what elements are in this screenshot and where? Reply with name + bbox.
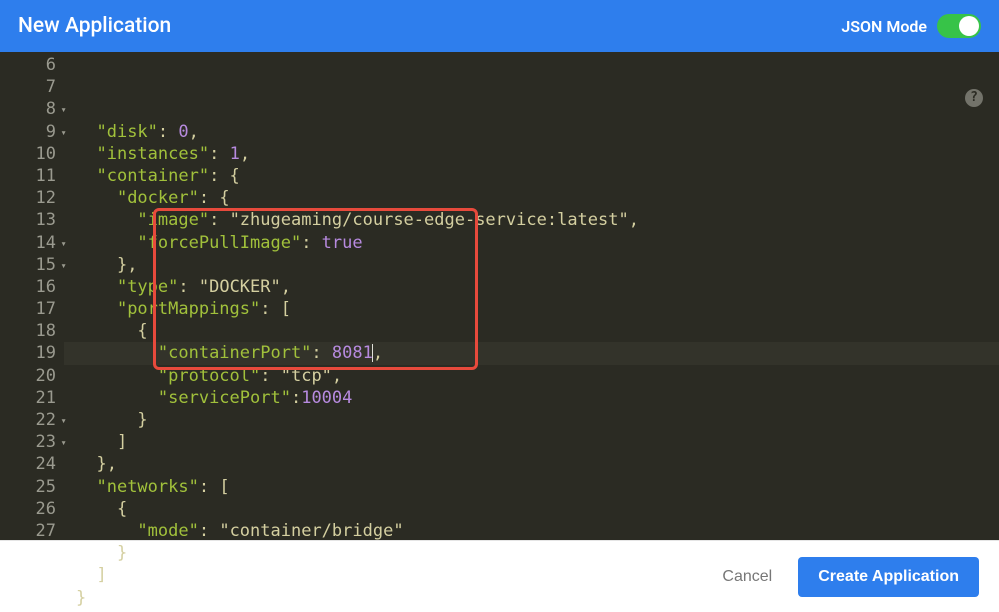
code-line[interactable]: "protocol": "tcp", <box>64 365 999 387</box>
code-area[interactable]: "disk": 0, "instances": 1, "container": … <box>64 52 999 540</box>
line-number: 19 <box>0 342 64 364</box>
json-editor[interactable]: 6789101112131415161718192021222324252627… <box>0 52 999 540</box>
code-line[interactable]: } <box>64 587 999 609</box>
line-number: 24 <box>0 453 64 475</box>
line-number: 25 <box>0 476 64 498</box>
line-gutter: 6789101112131415161718192021222324252627 <box>0 52 64 540</box>
line-number: 13 <box>0 209 64 231</box>
line-number: 11 <box>0 165 64 187</box>
line-number: 12 <box>0 187 64 209</box>
line-number: 9 <box>0 121 64 143</box>
code-line[interactable]: } <box>64 409 999 431</box>
line-number: 23 <box>0 431 64 453</box>
code-line[interactable]: "disk": 0, <box>64 121 999 143</box>
line-number: 6 <box>0 54 64 76</box>
line-number: 27 <box>0 520 64 542</box>
code-line[interactable]: "image": "zhugeaming/course-edge-service… <box>64 209 999 231</box>
toggle-knob <box>959 16 979 36</box>
line-number: 10 <box>0 143 64 165</box>
page-title: New Application <box>18 14 171 38</box>
line-number: 21 <box>0 387 64 409</box>
json-mode-label: JSON Mode <box>841 17 927 36</box>
code-line[interactable]: }, <box>64 254 999 276</box>
code-line[interactable]: "container": { <box>64 165 999 187</box>
line-number: 15 <box>0 254 64 276</box>
code-line[interactable]: } <box>64 542 999 564</box>
code-line[interactable]: "containerPort": 8081, <box>64 342 999 364</box>
code-line[interactable]: "forcePullImage": true <box>64 232 999 254</box>
modal-header: New Application JSON Mode <box>0 0 999 52</box>
code-line[interactable]: "type": "DOCKER", <box>64 276 999 298</box>
code-line[interactable]: { <box>64 320 999 342</box>
code-line[interactable]: "portMappings": [ <box>64 298 999 320</box>
code-line[interactable]: "servicePort":10004 <box>64 387 999 409</box>
line-number: 17 <box>0 298 64 320</box>
code-line[interactable]: "docker": { <box>64 187 999 209</box>
line-number: 20 <box>0 365 64 387</box>
line-number: 22 <box>0 409 64 431</box>
help-icon[interactable]: ? <box>965 89 983 107</box>
code-line[interactable]: "networks": [ <box>64 476 999 498</box>
line-number: 8 <box>0 98 64 120</box>
code-line[interactable]: "instances": 1, <box>64 143 999 165</box>
code-line[interactable]: "mode": "container/bridge" <box>64 520 999 542</box>
code-line[interactable]: { <box>64 498 999 520</box>
line-number: 7 <box>0 76 64 98</box>
line-number: 14 <box>0 232 64 254</box>
line-number: 26 <box>0 498 64 520</box>
line-number: 16 <box>0 276 64 298</box>
line-number: 18 <box>0 320 64 342</box>
code-line[interactable]: ] <box>64 431 999 453</box>
json-mode-toggle[interactable] <box>937 14 981 38</box>
code-line[interactable]: ] <box>64 564 999 586</box>
code-line[interactable]: }, <box>64 453 999 475</box>
header-right: JSON Mode <box>841 14 981 38</box>
